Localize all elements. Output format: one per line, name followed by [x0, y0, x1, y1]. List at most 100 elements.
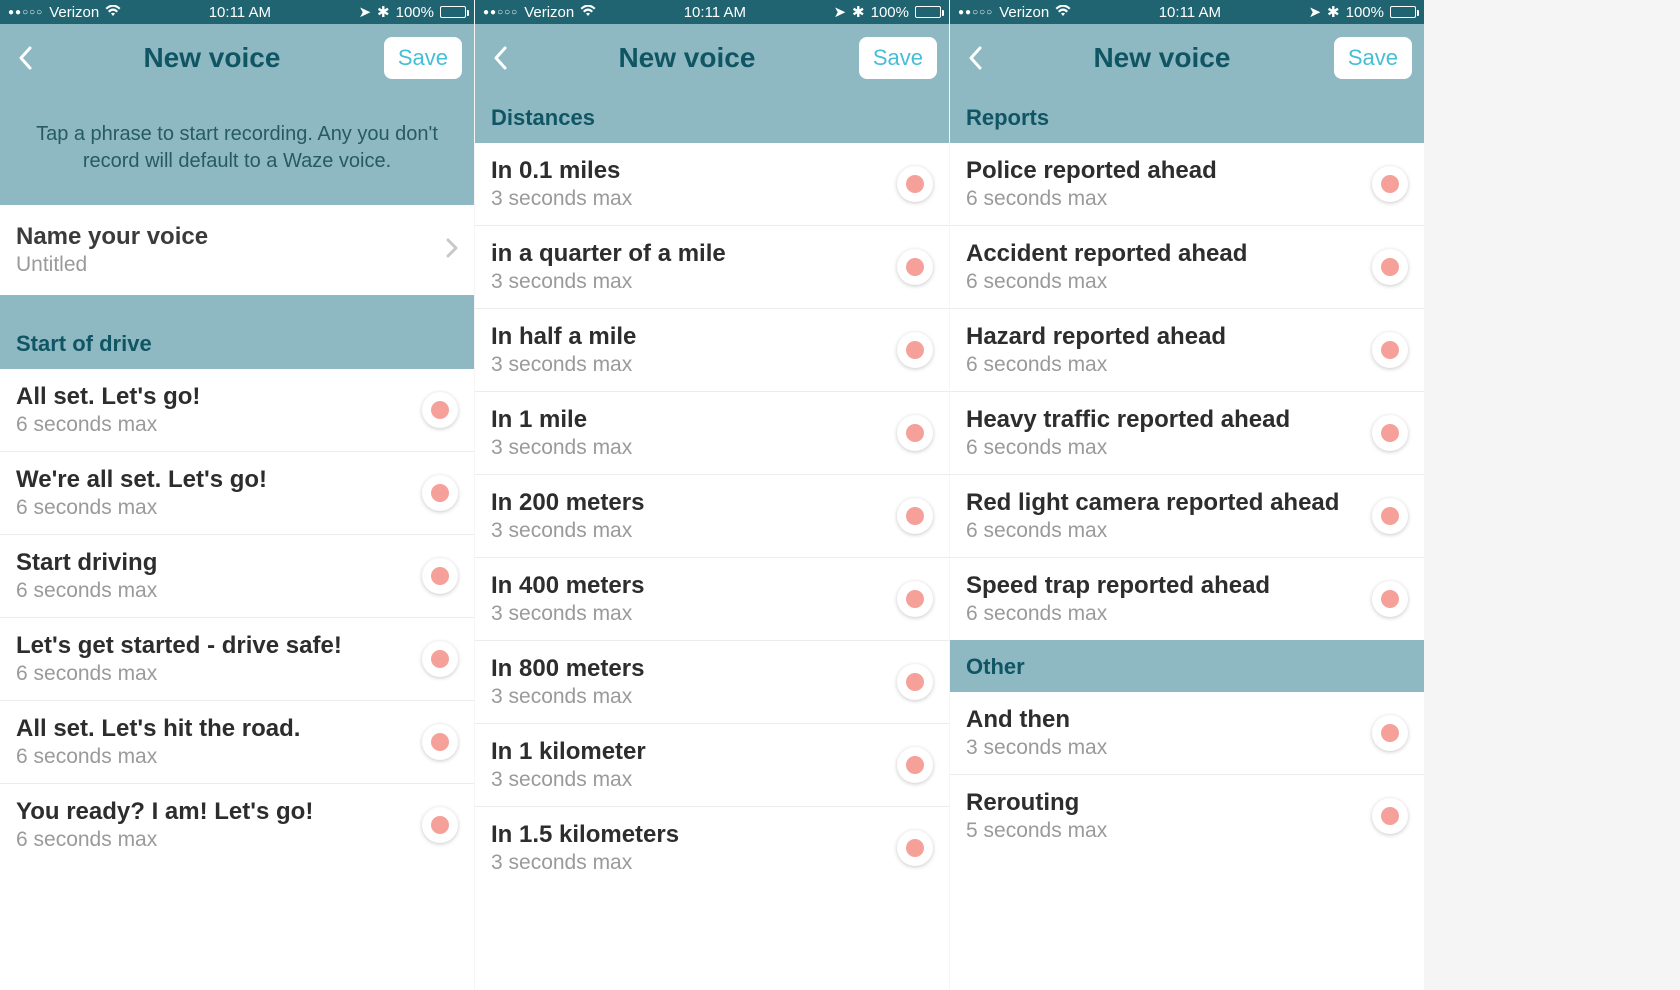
phrase-duration: 3 seconds max — [491, 270, 726, 294]
section-header-start-of-drive: Start of drive — [0, 317, 474, 369]
list-item[interactable]: And then3 seconds max — [950, 692, 1424, 775]
save-button[interactable]: Save — [384, 37, 462, 79]
phrase-title: Speed trap reported ahead — [966, 572, 1270, 600]
phrase-title: Rerouting — [966, 789, 1107, 817]
name-your-voice-row[interactable]: Name your voice Untitled — [0, 205, 474, 295]
record-icon[interactable] — [1372, 415, 1408, 451]
phrase-duration: 6 seconds max — [966, 602, 1270, 626]
screen-3: ●●○○○ Verizon 10:11 AM ➤ ✱ 100% New voic… — [950, 0, 1425, 990]
record-icon[interactable] — [1372, 498, 1408, 534]
record-icon[interactable] — [422, 392, 458, 428]
phrase-duration: 3 seconds max — [491, 685, 644, 709]
list-item[interactable]: All set. Let's go!6 seconds max — [0, 369, 474, 452]
phrase-duration: 6 seconds max — [16, 662, 342, 686]
list-item[interactable]: Start driving6 seconds max — [0, 535, 474, 618]
record-icon[interactable] — [897, 249, 933, 285]
phrase-duration: 6 seconds max — [966, 187, 1217, 211]
list-item[interactable]: in a quarter of a mile3 seconds max — [475, 226, 949, 309]
record-icon[interactable] — [1372, 332, 1408, 368]
list-item[interactable]: Let's get started - drive safe!6 seconds… — [0, 618, 474, 701]
record-icon[interactable] — [897, 332, 933, 368]
record-icon[interactable] — [1372, 249, 1408, 285]
list-item[interactable]: In 800 meters3 seconds max — [475, 641, 949, 724]
list-item[interactable]: In 1.5 kilometers3 seconds max — [475, 807, 949, 889]
phrase-duration: 3 seconds max — [491, 519, 644, 543]
phrase-duration: 3 seconds max — [491, 602, 644, 626]
record-icon[interactable] — [897, 664, 933, 700]
phrase-duration: 6 seconds max — [16, 828, 313, 852]
phrase-title: In 1 kilometer — [491, 738, 646, 766]
list-item[interactable]: In 1 kilometer3 seconds max — [475, 724, 949, 807]
record-icon[interactable] — [897, 498, 933, 534]
list-other: And then3 seconds maxRerouting5 seconds … — [950, 692, 1424, 857]
record-icon[interactable] — [422, 807, 458, 843]
phrase-title: You ready? I am! Let's go! — [16, 798, 313, 826]
save-button[interactable]: Save — [859, 37, 937, 79]
phrase-title: In 400 meters — [491, 572, 644, 600]
list-item[interactable]: Rerouting5 seconds max — [950, 775, 1424, 857]
record-icon[interactable] — [422, 558, 458, 594]
list-item[interactable]: We're all set. Let's go!6 seconds max — [0, 452, 474, 535]
battery-pct-label: 100% — [1346, 4, 1384, 21]
screen-1: ●●○○○ Verizon 10:11 AM ➤ ✱ 100% New voic… — [0, 0, 475, 990]
phrase-duration: 3 seconds max — [491, 187, 632, 211]
clock-label: 10:11 AM — [1159, 4, 1221, 21]
record-icon[interactable] — [422, 641, 458, 677]
record-icon[interactable] — [897, 166, 933, 202]
signal-dots-icon: ●●○○○ — [8, 7, 43, 18]
record-icon[interactable] — [897, 830, 933, 866]
list-item[interactable]: You ready? I am! Let's go!6 seconds max — [0, 784, 474, 866]
wifi-icon — [105, 4, 121, 21]
list-item[interactable]: Speed trap reported ahead6 seconds max — [950, 558, 1424, 640]
list-item[interactable]: All set. Let's hit the road.6 seconds ma… — [0, 701, 474, 784]
record-icon[interactable] — [1372, 581, 1408, 617]
record-icon[interactable] — [422, 475, 458, 511]
wifi-icon — [1055, 4, 1071, 21]
page-title: New voice — [143, 42, 280, 74]
phrase-duration: 3 seconds max — [491, 851, 679, 875]
phrase-duration: 6 seconds max — [16, 745, 300, 769]
list-item[interactable]: In 400 meters3 seconds max — [475, 558, 949, 641]
phrase-title: We're all set. Let's go! — [16, 466, 267, 494]
clock-label: 10:11 AM — [209, 4, 271, 21]
list-item[interactable]: Hazard reported ahead6 seconds max — [950, 309, 1424, 392]
record-icon[interactable] — [1372, 798, 1408, 834]
list-item[interactable]: In 1 mile3 seconds max — [475, 392, 949, 475]
list-item[interactable]: Red light camera reported ahead6 seconds… — [950, 475, 1424, 558]
list-item[interactable]: In 200 meters3 seconds max — [475, 475, 949, 558]
record-icon[interactable] — [1372, 715, 1408, 751]
carrier-label: Verizon — [49, 4, 99, 21]
save-button[interactable]: Save — [1334, 37, 1412, 79]
phrase-duration: 3 seconds max — [966, 736, 1107, 760]
battery-pct-label: 100% — [396, 4, 434, 21]
chevron-right-icon — [446, 238, 458, 263]
list-item[interactable]: In half a mile3 seconds max — [475, 309, 949, 392]
record-icon[interactable] — [422, 724, 458, 760]
phrase-title: Red light camera reported ahead — [966, 489, 1339, 517]
record-icon[interactable] — [897, 747, 933, 783]
phrase-duration: 6 seconds max — [966, 519, 1339, 543]
record-icon[interactable] — [1372, 166, 1408, 202]
list-item[interactable]: Police reported ahead6 seconds max — [950, 143, 1424, 226]
phrase-duration: 6 seconds max — [16, 413, 200, 437]
list-item[interactable]: Accident reported ahead6 seconds max — [950, 226, 1424, 309]
wifi-icon — [580, 4, 596, 21]
list-reports: Police reported ahead6 seconds maxAccide… — [950, 143, 1424, 640]
battery-icon — [1390, 6, 1416, 18]
list-item[interactable]: Heavy traffic reported ahead6 seconds ma… — [950, 392, 1424, 475]
phrase-title: All set. Let's hit the road. — [16, 715, 300, 743]
back-button[interactable] — [487, 44, 515, 72]
name-voice-value: Untitled — [16, 253, 208, 277]
battery-icon — [440, 6, 466, 18]
phrase-duration: 3 seconds max — [491, 768, 646, 792]
phrase-title: in a quarter of a mile — [491, 240, 726, 268]
back-button[interactable] — [12, 44, 40, 72]
phrase-title: And then — [966, 706, 1107, 734]
record-icon[interactable] — [897, 581, 933, 617]
list-item[interactable]: In 0.1 miles3 seconds max — [475, 143, 949, 226]
back-button[interactable] — [962, 44, 990, 72]
section-header-distances: Distances — [475, 91, 949, 143]
carrier-label: Verizon — [524, 4, 574, 21]
record-icon[interactable] — [897, 415, 933, 451]
phrase-title: In half a mile — [491, 323, 636, 351]
